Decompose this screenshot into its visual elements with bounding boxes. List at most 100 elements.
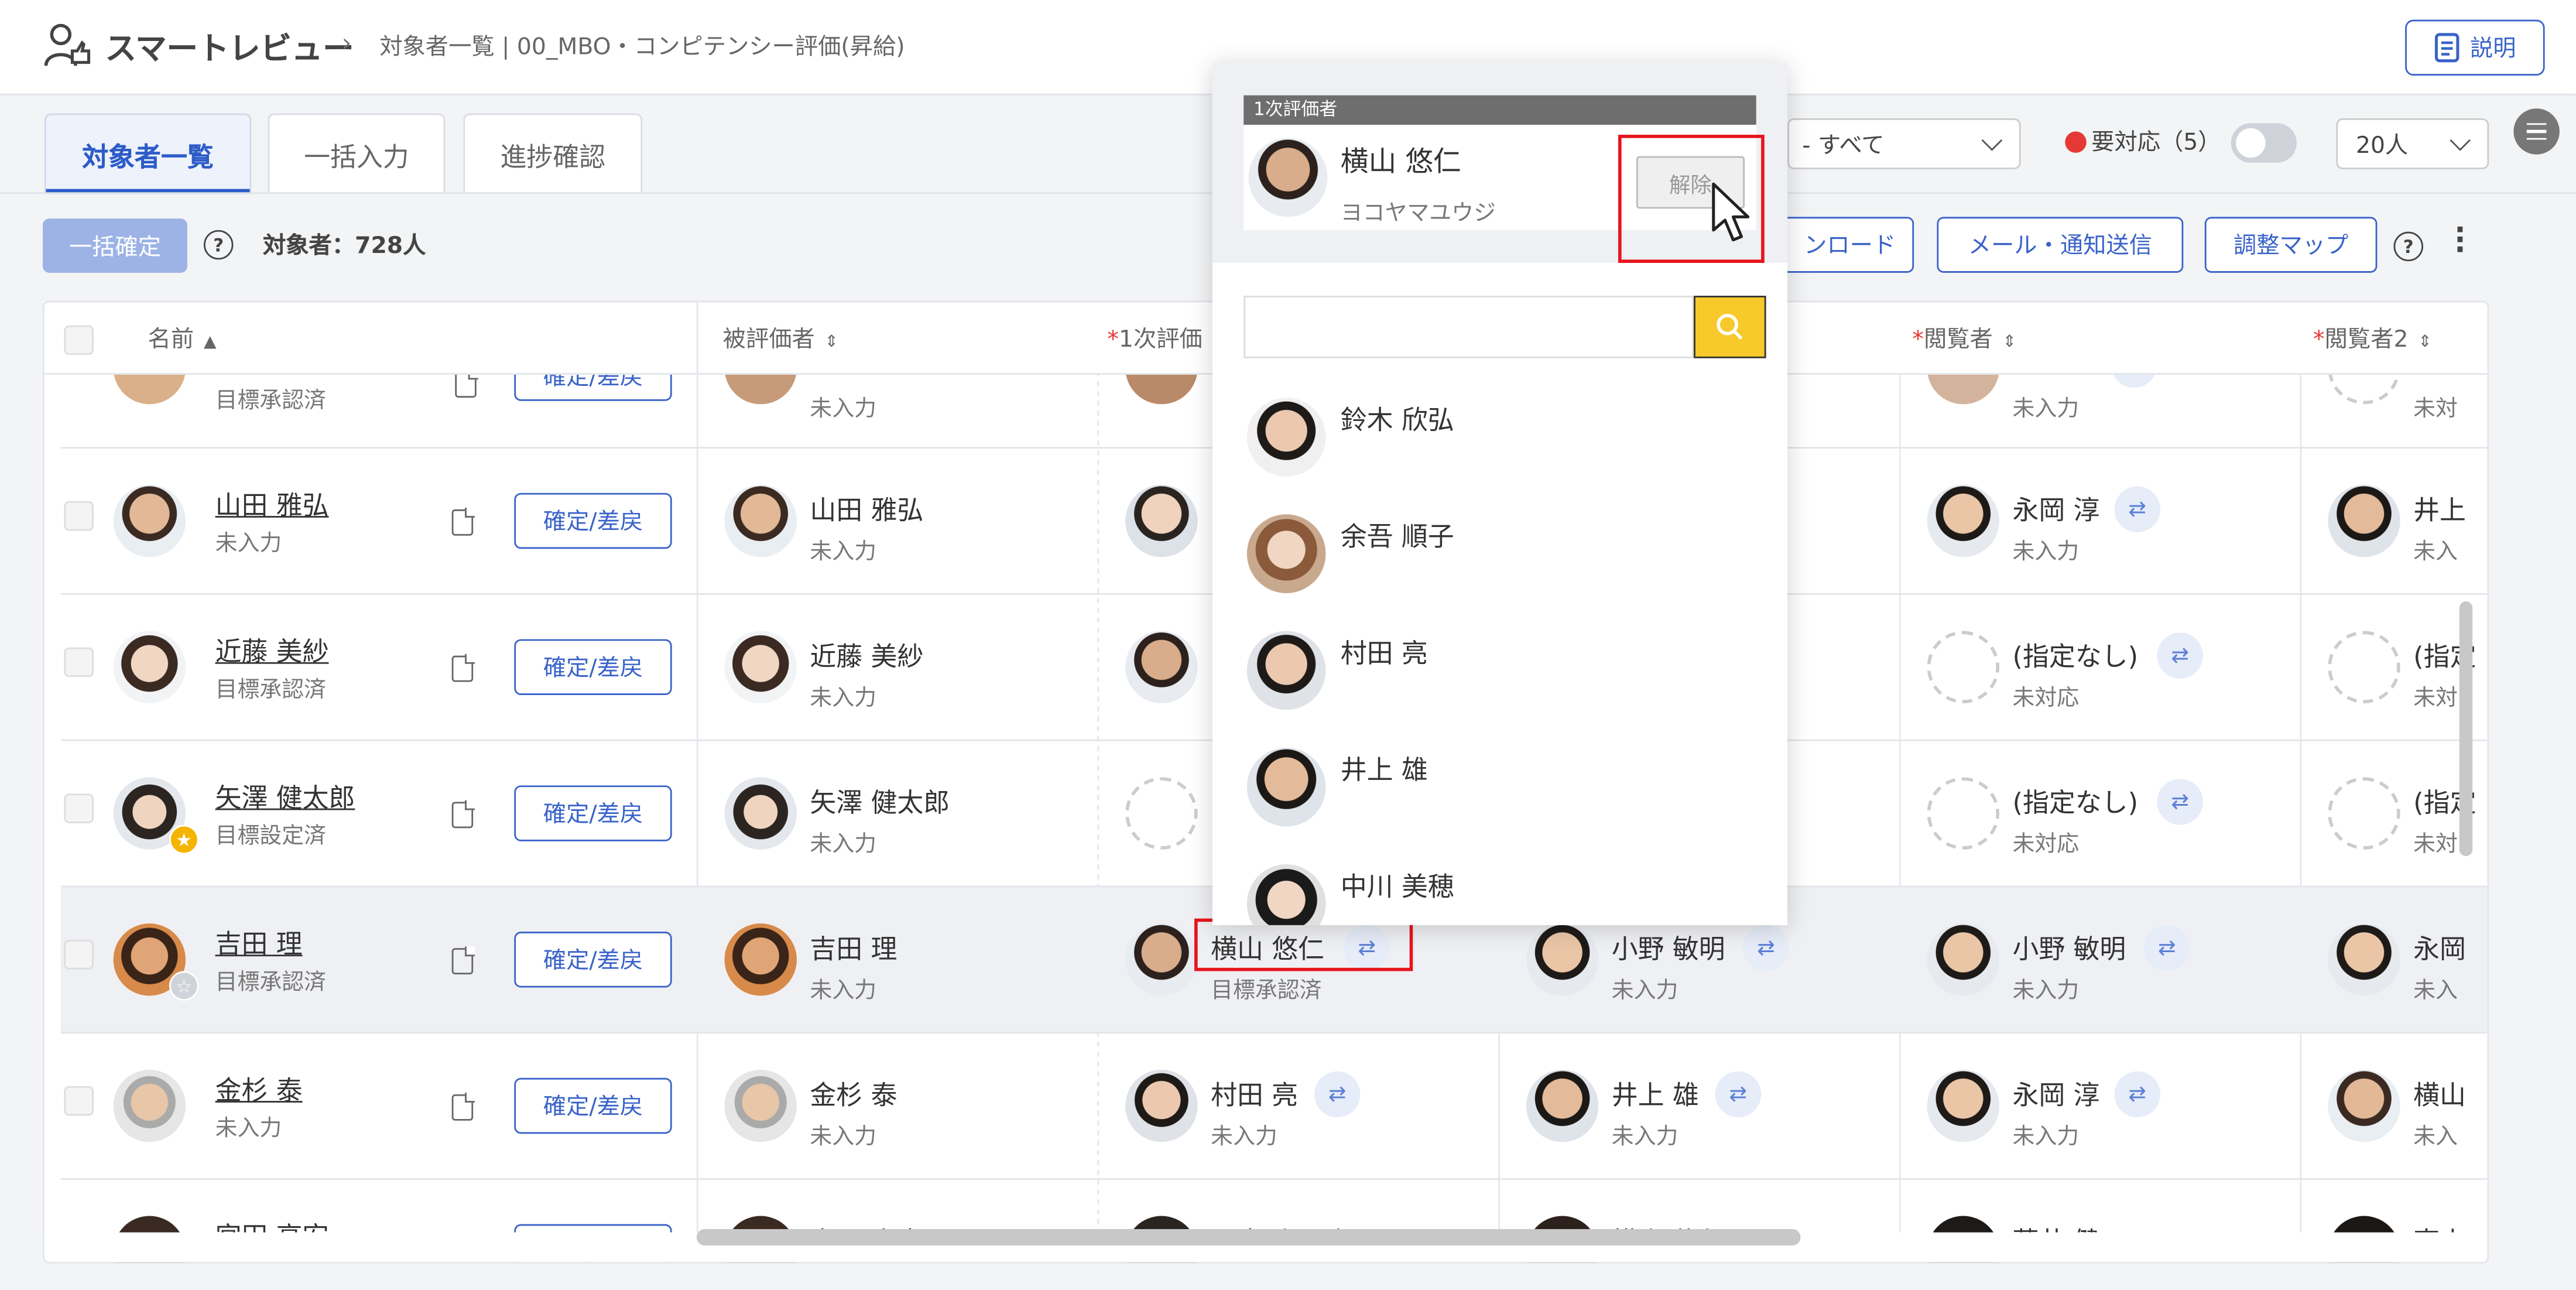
alert-dot [2065, 131, 2087, 153]
needs-action-toggle[interactable] [2231, 123, 2297, 163]
question-icon[interactable]: ? [2393, 231, 2423, 262]
document-icon[interactable] [451, 800, 475, 829]
per-page-value: 20人 [2355, 133, 2409, 160]
avatar [724, 1069, 797, 1142]
avatar-placeholder [2328, 777, 2400, 850]
horizontal-scrollbar[interactable] [696, 1229, 1801, 1246]
bulk-confirm-button[interactable]: 一括確定 [42, 218, 187, 273]
row-name-link[interactable]: 金杉 泰 [215, 1068, 303, 1107]
select-all-checkbox[interactable] [64, 325, 94, 355]
row-checkbox[interactable] [64, 647, 94, 677]
row-status: 未入 [2413, 1124, 2458, 1151]
evaluatee-name: 吉田 理 [810, 933, 898, 965]
help-button[interactable]: 説明 [2405, 19, 2545, 76]
swap-icon[interactable]: ⇄ [1314, 1071, 1361, 1118]
list-item[interactable]: 中川 美穂 [1212, 858, 1787, 925]
app-title[interactable]: スマートレビュー [105, 25, 354, 69]
col-evaluatee[interactable]: 被評価者 ⇕ [723, 322, 839, 355]
filter-value: - すべて [1802, 133, 1885, 160]
avatar [1246, 747, 1326, 827]
confirm-return-button[interactable]: 確定/差戻 [514, 492, 672, 549]
list-item[interactable]: 村田 亮 [1212, 624, 1787, 739]
row-status: 未入力 [2012, 1124, 2080, 1151]
star-badge-icon: ★ [169, 824, 199, 855]
col-viewer-label: 閲覧者 [1923, 327, 1993, 354]
evaluator-search-input[interactable] [1244, 296, 1694, 358]
swap-icon[interactable]: ⇄ [2157, 779, 2203, 825]
viewer-name: 永岡 淳 [2012, 494, 2100, 526]
confirm-label: 確定/差戻 [543, 948, 643, 975]
row-checkbox[interactable] [64, 940, 94, 970]
confirm-return-button[interactable]: 確定/差戻 [514, 639, 672, 695]
tab-progress[interactable]: 進捗確認 [463, 113, 643, 193]
document-icon[interactable] [451, 508, 475, 536]
mouse-cursor-icon [1712, 182, 1750, 242]
document-icon[interactable] [455, 369, 478, 398]
review-person-icon [44, 23, 91, 66]
confirm-return-button[interactable]: 確定/差戻 [514, 932, 672, 988]
tab-bulk-input[interactable]: 一括入力 [268, 113, 446, 193]
swap-icon[interactable]: ⇄ [1715, 1071, 1762, 1118]
list-item[interactable]: 余吾 順子 [1212, 508, 1787, 622]
document-icon[interactable] [451, 946, 475, 975]
row-checkbox[interactable] [64, 501, 94, 531]
list-item[interactable]: 鈴木 欣弘 [1212, 391, 1787, 506]
document-icon[interactable] [451, 653, 475, 682]
tab-label: 対象者一覧 [82, 140, 214, 172]
evaluator-select-popup: 1次評価者 横山 悠仁 ヨコヤマユウジ 解除 鈴木 欣弘 余吾 順子 村田 亮 … [1212, 62, 1788, 925]
row-name-link[interactable]: 矢澤 健太郎 [215, 775, 355, 815]
col-name[interactable]: 名前 ▲ [148, 322, 217, 355]
download-button[interactable]: ンロード [1774, 217, 1914, 273]
hamburger-menu-icon[interactable] [2513, 108, 2560, 155]
vertical-scrollbar[interactable] [2459, 601, 2473, 856]
star-badge-icon: ☆ [169, 971, 199, 1001]
row-status: 未入力 [810, 977, 877, 1004]
list-item[interactable]: 井上 雄 [1212, 741, 1787, 856]
search-button[interactable] [1694, 296, 1766, 358]
filter-select[interactable]: - すべて [1787, 118, 2021, 170]
row-status: 目標承認済 [215, 388, 327, 415]
chevron-down-icon [2450, 130, 2471, 151]
candidate-list: 鈴木 欣弘 余吾 順子 村田 亮 井上 雄 中川 美穂 [1212, 391, 1787, 925]
row-status: 未入力 [1211, 1124, 1277, 1151]
swap-icon[interactable]: ⇄ [2114, 486, 2161, 533]
row-name-link[interactable]: 吉田 理 [215, 922, 303, 961]
row-status: 未入力 [810, 396, 877, 423]
col-first-evaluator-label: 1次評価 [1118, 327, 1203, 354]
confirm-return-button[interactable]: 確定/差戻 [514, 785, 672, 841]
question-icon[interactable]: ? [203, 230, 234, 260]
avatar [1927, 923, 2000, 996]
row-status: 未入 [2413, 539, 2458, 566]
swap-icon[interactable]: ⇄ [2114, 1071, 2161, 1118]
avatar-placeholder [1125, 777, 1198, 850]
col-evaluatee-label: 被評価者 [722, 327, 815, 354]
row-checkbox[interactable] [64, 793, 94, 823]
avatar [2328, 484, 2400, 557]
col-viewer[interactable]: *閲覧者 ⇕ [1912, 322, 2016, 355]
mail-notify-button[interactable]: メール・通知送信 [1937, 217, 2184, 273]
swap-icon[interactable]: ⇄ [1743, 925, 1789, 971]
more-vertical-icon[interactable]: · · · [2454, 216, 2465, 265]
confirm-return-button[interactable]: 確定/差戻 [514, 1077, 672, 1134]
col-first-evaluator[interactable]: *1次評価 [1107, 322, 1203, 355]
tab-target-list[interactable]: 対象者一覧 [44, 113, 252, 194]
confirm-label: 確定/差戻 [543, 655, 643, 682]
swap-icon[interactable]: ⇄ [2157, 632, 2203, 679]
document-icon[interactable] [451, 1093, 475, 1121]
table-row: 金杉 泰 未入力 確定/差戻 金杉 泰 未入力 村田 亮 ⇄ 未入力 井上 雄 … [60, 1034, 2488, 1180]
candidate-name: 鈴木 欣弘 [1340, 404, 1454, 436]
adjust-map-button[interactable]: 調整マップ [2204, 217, 2378, 273]
swap-icon[interactable]: ⇄ [2143, 925, 2190, 971]
per-page-select[interactable]: 20人 [2336, 118, 2489, 170]
row-status: 未入力 [1611, 1124, 1678, 1151]
col-name-label: 名前 [148, 327, 194, 354]
avatar [724, 631, 797, 704]
col-viewer2[interactable]: *閲覧者2 ⇕ [2313, 322, 2432, 355]
avatar [1927, 484, 2000, 557]
row-name-link[interactable]: 近藤 美紗 [215, 629, 329, 669]
download-label: ンロード [1804, 233, 1896, 260]
avatar [113, 1069, 186, 1142]
viewer2-name: 井上 [2413, 494, 2466, 526]
row-checkbox[interactable] [64, 1086, 94, 1116]
row-name-link[interactable]: 山田 雅弘 [215, 483, 329, 522]
